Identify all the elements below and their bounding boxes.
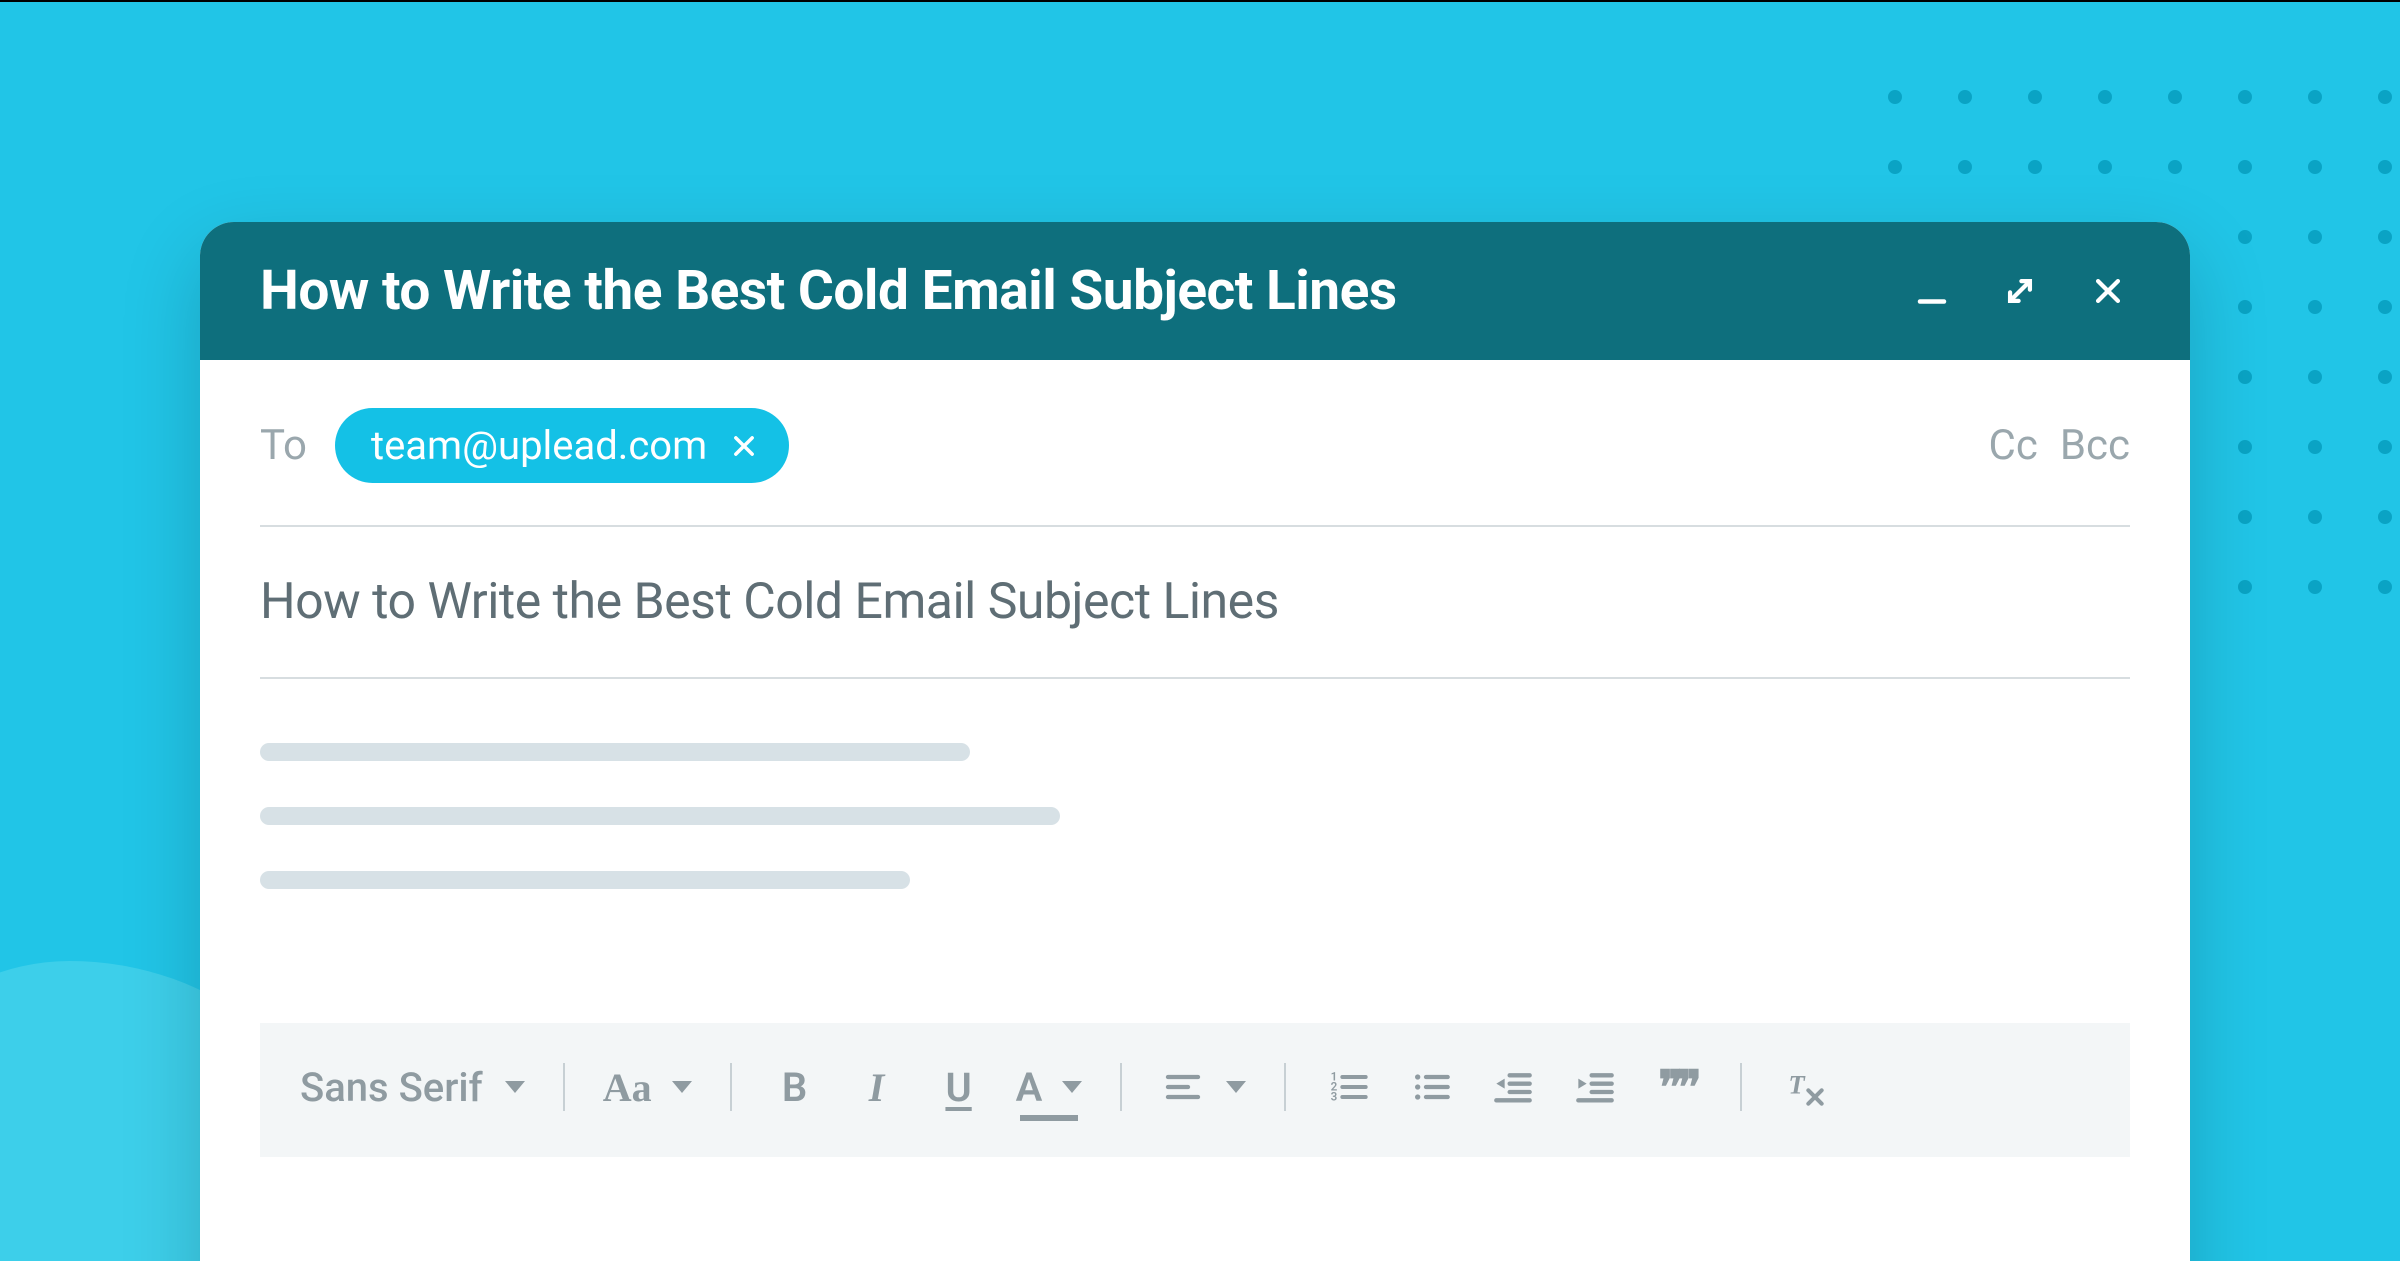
compose-window: How to Write the Best Cold Email Subject… — [200, 222, 2190, 1261]
toolbar-separator — [1740, 1063, 1742, 1111]
expand-button[interactable] — [1998, 269, 2042, 313]
blockquote-button[interactable]: ❞❞ — [1652, 1057, 1702, 1117]
placeholder-line — [260, 871, 910, 889]
window-controls — [1910, 269, 2130, 313]
align-select[interactable] — [1160, 1057, 1246, 1117]
close-icon — [2091, 274, 2125, 308]
text-color-select[interactable]: A — [1016, 1057, 1083, 1117]
placeholder-line — [260, 743, 970, 761]
svg-text:3: 3 — [1331, 1089, 1338, 1103]
underline-button[interactable]: U — [934, 1057, 984, 1117]
toolbar-separator — [1284, 1063, 1286, 1111]
align-left-icon — [1160, 1067, 1206, 1107]
indent-increase-icon — [1572, 1067, 1618, 1107]
titlebar: How to Write the Best Cold Email Subject… — [200, 222, 2190, 360]
minimize-icon — [1914, 273, 1950, 309]
font-family-label: Sans Serif — [300, 1064, 483, 1111]
toolbar-separator — [563, 1063, 565, 1111]
window-title: How to Write the Best Cold Email Subject… — [260, 259, 1910, 323]
stage: How to Write the Best Cold Email Subject… — [0, 0, 2400, 1261]
chevron-down-icon — [1062, 1081, 1082, 1093]
numbered-list-icon: 123 — [1326, 1067, 1372, 1107]
remove-recipient-button[interactable] — [729, 431, 759, 461]
bullet-list-button[interactable] — [1406, 1057, 1456, 1117]
clear-formatting-button[interactable]: T — [1780, 1057, 1830, 1117]
placeholder-line — [260, 807, 1060, 825]
recipient-email: team@uplead.com — [371, 422, 707, 469]
subject-row[interactable]: How to Write the Best Cold Email Subject… — [260, 527, 2130, 679]
chevron-down-icon — [505, 1081, 525, 1093]
cc-bcc-group: Cc Bcc — [1989, 421, 2130, 470]
indent-increase-button[interactable] — [1570, 1057, 1620, 1117]
clear-formatting-icon: T — [1782, 1067, 1828, 1107]
indent-decrease-button[interactable] — [1488, 1057, 1538, 1117]
chevron-down-icon — [672, 1081, 692, 1093]
minimize-button[interactable] — [1910, 269, 1954, 313]
toolbar-separator — [730, 1063, 732, 1111]
font-size-select[interactable]: Aa — [603, 1057, 692, 1117]
indent-decrease-icon — [1490, 1067, 1536, 1107]
cc-button[interactable]: Cc — [1989, 421, 2038, 470]
compose-content: To team@uplead.com Cc Bcc How to Write t… — [200, 360, 2190, 1157]
toolbar-separator — [1120, 1063, 1122, 1111]
text-color-label: A — [1016, 1064, 1043, 1111]
bullet-list-icon — [1408, 1067, 1454, 1107]
close-button[interactable] — [2086, 269, 2130, 313]
font-family-select[interactable]: Sans Serif — [300, 1064, 525, 1111]
remove-icon — [730, 432, 758, 460]
svg-text:T: T — [1788, 1070, 1806, 1100]
to-row: To team@uplead.com Cc Bcc — [260, 360, 2130, 527]
format-toolbar: Sans Serif Aa B I U A — [260, 1023, 2130, 1157]
chevron-down-icon — [1226, 1081, 1246, 1093]
font-size-label: Aa — [603, 1064, 652, 1111]
expand-icon — [2003, 274, 2037, 308]
bcc-button[interactable]: Bcc — [2060, 421, 2130, 470]
to-label: To — [260, 421, 307, 470]
body-editor[interactable] — [260, 679, 2130, 1015]
bold-button[interactable]: B — [770, 1057, 820, 1117]
numbered-list-button[interactable]: 123 — [1324, 1057, 1374, 1117]
italic-button[interactable]: I — [852, 1057, 902, 1117]
recipient-chip[interactable]: team@uplead.com — [335, 408, 789, 483]
subject-input[interactable]: How to Write the Best Cold Email Subject… — [260, 573, 2130, 631]
